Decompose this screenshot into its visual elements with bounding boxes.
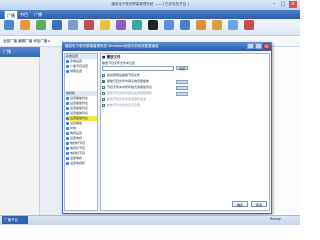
checkbox[interactable] — [102, 74, 105, 77]
network-icon[interactable] — [180, 20, 190, 30]
ok-button[interactable]: 确定 — [232, 201, 248, 207]
help-icon[interactable] — [212, 20, 222, 30]
clock-icon[interactable] — [116, 20, 126, 30]
list-icon — [66, 102, 69, 105]
list-icon — [66, 122, 69, 125]
play-icon[interactable] — [132, 20, 142, 30]
menu-broadcast[interactable]: 广播 — [4, 10, 18, 19]
tv-icon — [66, 137, 69, 140]
menu-program[interactable]: 节目 — [18, 10, 30, 19]
checkbox[interactable] — [102, 98, 105, 101]
folder-path-label: 播放节目文件文件夹位置 — [102, 61, 136, 65]
dialog-minimize-button[interactable] — [247, 43, 254, 49]
record-icon[interactable] — [84, 20, 94, 30]
info-icon[interactable] — [228, 20, 238, 30]
option-label: 播放节目文件时自动关闭屏幕保护 — [107, 91, 153, 95]
browse-button[interactable]: 浏览 — [176, 66, 188, 71]
list-icon — [66, 117, 69, 120]
breadcrumb[interactable]: 全部广播 编辑广播 添加广播 ▸ — [3, 39, 50, 44]
option-label: 播放节目文件时使用硬件加速 — [107, 97, 147, 101]
new-icon[interactable] — [4, 20, 14, 30]
setting-slider[interactable] — [176, 92, 188, 96]
monitor-icon[interactable] — [52, 20, 62, 30]
checkbox[interactable] — [102, 104, 105, 107]
status-bar — [0, 215, 300, 225]
tv-icon — [66, 142, 69, 145]
tv-icon — [66, 147, 69, 150]
save-icon[interactable] — [36, 20, 46, 30]
settings-icon[interactable] — [196, 20, 206, 30]
tv-icon — [66, 152, 69, 155]
nav-item[interactable]: 设置电视机 — [66, 161, 97, 166]
setting-slider[interactable] — [176, 80, 188, 84]
maximize-button[interactable]: □ — [279, 1, 287, 8]
list-icon — [66, 107, 69, 110]
checkbox-checked[interactable] — [102, 80, 105, 83]
edit-icon[interactable] — [68, 20, 78, 30]
option-label: 播放节目文件时用系统音量播放 — [107, 79, 150, 83]
checkbox[interactable] — [102, 92, 105, 95]
folder-path-input[interactable] — [102, 66, 174, 71]
option-label: 节目文件夹中所有格式的播放列表 — [107, 85, 153, 89]
bell-icon[interactable] — [100, 20, 110, 30]
close-button[interactable]: × — [289, 1, 297, 8]
settings-icon — [66, 70, 69, 73]
dialog-title: 播放电子卷宗屏幕管理系统 Windows系统中的系统配置面板 — [62, 42, 272, 51]
settings-icon — [66, 60, 69, 63]
checkbox[interactable] — [102, 86, 105, 89]
option-label: 播放节目文件时显示字幕 — [107, 103, 141, 107]
list-icon — [66, 97, 69, 100]
left-panel — [0, 47, 40, 215]
dialog-close-button[interactable]: × — [263, 43, 270, 49]
film-icon[interactable] — [148, 20, 158, 30]
status-left[interactable]: 广播节目 — [2, 216, 28, 224]
clock-icon — [66, 127, 69, 130]
tv-icon — [66, 157, 69, 160]
list-icon — [66, 112, 69, 115]
tv-icon — [66, 162, 69, 165]
group-title: ■ 播放文件 — [102, 55, 121, 59]
folder-icon[interactable] — [20, 20, 30, 30]
tv-icon — [66, 132, 69, 135]
menu-broadcast-2[interactable]: 广播 — [32, 10, 44, 19]
left-panel-title: 广播 — [0, 47, 40, 57]
nav-item[interactable]: 屏幕设置 — [66, 69, 97, 74]
minimize-button[interactable]: – — [270, 1, 278, 8]
settings-icon — [66, 65, 69, 68]
menu-bar — [0, 10, 300, 19]
status-right: Ready — [270, 217, 281, 221]
window-title: 播放电子卷宗屏幕管理系统 —— [ 已存在的节目 ] — [111, 2, 189, 6]
cancel-button[interactable]: 取消 — [251, 201, 267, 207]
tv-icon[interactable] — [164, 20, 174, 30]
dialog-maximize-button[interactable] — [255, 43, 262, 49]
setting-slider[interactable] — [176, 86, 188, 90]
option-label: 启动屏幕后播放节目文件 — [107, 73, 141, 77]
exit-icon[interactable] — [244, 20, 254, 30]
